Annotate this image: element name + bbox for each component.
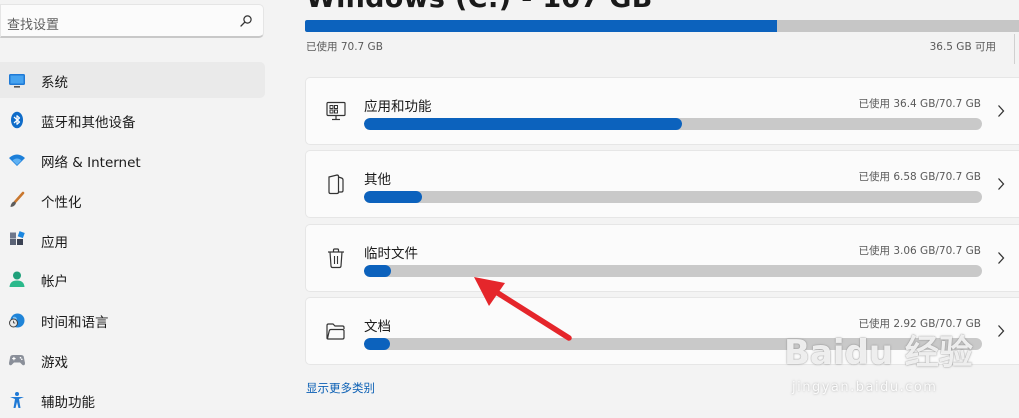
chevron-right-icon[interactable] bbox=[996, 104, 1006, 118]
category-usage-bar bbox=[364, 265, 982, 277]
category-card-documents[interactable]: 文档 已使用 2.92 GB/70.7 GB bbox=[305, 297, 1019, 365]
sidebar-item-network[interactable]: 网络 & Internet bbox=[0, 142, 265, 178]
category-usage: 已使用 6.58 GB/70.7 GB bbox=[858, 171, 982, 183]
sidebar-item-apps[interactable]: 应用 bbox=[0, 222, 265, 258]
category-usage: 已使用 36.4 GB/70.7 GB bbox=[858, 98, 982, 110]
drive-usage-bar-fill bbox=[305, 20, 777, 32]
category-usage: 已使用 2.92 GB/70.7 GB bbox=[858, 318, 982, 330]
sidebar-item-label: 个性化 bbox=[41, 195, 82, 211]
chevron-right-icon[interactable] bbox=[996, 324, 1006, 338]
sidebar-item-label: 辅助功能 bbox=[41, 395, 95, 411]
bluetooth-icon bbox=[11, 111, 23, 129]
search-icon[interactable] bbox=[239, 14, 253, 28]
gamepad-icon bbox=[9, 355, 25, 366]
chevron-right-icon[interactable] bbox=[996, 177, 1006, 191]
drive-usage-bar bbox=[305, 20, 1019, 32]
sidebar-item-label: 蓝牙和其他设备 bbox=[41, 115, 136, 131]
category-card-temp-files[interactable]: 临时文件 已使用 3.06 GB/70.7 GB bbox=[305, 224, 1019, 292]
watermark-url: jingyan.baidu.com bbox=[792, 380, 938, 395]
folder-icon bbox=[326, 323, 345, 340]
category-name: 临时文件 bbox=[364, 246, 418, 262]
search-box[interactable]: 查找设置 bbox=[0, 4, 264, 38]
category-usage-bar bbox=[364, 191, 982, 203]
category-usage-bar-fill bbox=[364, 118, 683, 130]
globe-clock-icon bbox=[9, 313, 25, 328]
category-usage-bar-fill bbox=[364, 338, 390, 350]
category-usage-bar-fill bbox=[364, 265, 391, 277]
category-usage-bar bbox=[364, 338, 982, 350]
account-icon bbox=[9, 271, 25, 287]
category-name: 应用和功能 bbox=[364, 99, 432, 115]
category-card-other[interactable]: 其他 已使用 6.58 GB/70.7 GB bbox=[305, 150, 1019, 218]
accessibility-icon bbox=[10, 392, 24, 408]
sidebar-item-gaming[interactable]: 游戏 bbox=[0, 342, 265, 378]
category-name: 文档 bbox=[364, 319, 391, 335]
apps-icon bbox=[10, 231, 25, 245]
sidebar-item-accounts[interactable]: 帐户 bbox=[0, 261, 265, 297]
drive-used-label: 已使用 70.7 GB bbox=[306, 41, 383, 53]
sidebar-item-time-language[interactable]: 时间和语言 bbox=[0, 302, 265, 338]
paintbrush-icon bbox=[10, 191, 25, 207]
sidebar-item-personalization[interactable]: 个性化 bbox=[0, 182, 265, 218]
category-card-apps-features[interactable]: 应用和功能 已使用 36.4 GB/70.7 GB bbox=[305, 77, 1019, 145]
chevron-right-icon[interactable] bbox=[996, 251, 1006, 265]
system-monitor-icon bbox=[9, 74, 25, 88]
trash-icon bbox=[328, 248, 344, 269]
sidebar-item-label: 应用 bbox=[41, 235, 68, 251]
drive-title: Windows (C:) - 107 GB bbox=[306, 0, 653, 14]
drive-free-label: 36.5 GB 可用 bbox=[929, 41, 996, 53]
sidebar-item-accessibility[interactable]: 辅助功能 bbox=[0, 382, 265, 418]
sidebar-item-bluetooth[interactable]: 蓝牙和其他设备 bbox=[0, 102, 265, 138]
category-usage-bar bbox=[364, 118, 982, 130]
category-usage-bar-fill bbox=[364, 191, 422, 203]
window-edge-divider bbox=[1014, 34, 1015, 64]
sidebar: 查找设置 系统 蓝牙和其他设备 网络 & Internet 个性化 应用 帐户 … bbox=[0, 0, 280, 418]
sidebar-item-label: 时间和语言 bbox=[41, 315, 109, 331]
sidebar-item-system[interactable]: 系统 bbox=[0, 62, 265, 98]
sidebar-item-label: 系统 bbox=[41, 75, 68, 91]
other-files-icon bbox=[328, 174, 344, 195]
sidebar-item-label: 帐户 bbox=[41, 274, 68, 290]
show-more-categories-link[interactable]: 显示更多类别 bbox=[306, 380, 375, 396]
search-input[interactable]: 查找设置 bbox=[7, 14, 59, 33]
sidebar-item-label: 网络 & Internet bbox=[41, 155, 141, 171]
apps-features-icon bbox=[326, 101, 346, 121]
wifi-icon bbox=[9, 154, 25, 166]
category-usage: 已使用 3.06 GB/70.7 GB bbox=[858, 245, 982, 257]
category-name: 其他 bbox=[364, 172, 391, 188]
sidebar-item-label: 游戏 bbox=[41, 355, 68, 371]
